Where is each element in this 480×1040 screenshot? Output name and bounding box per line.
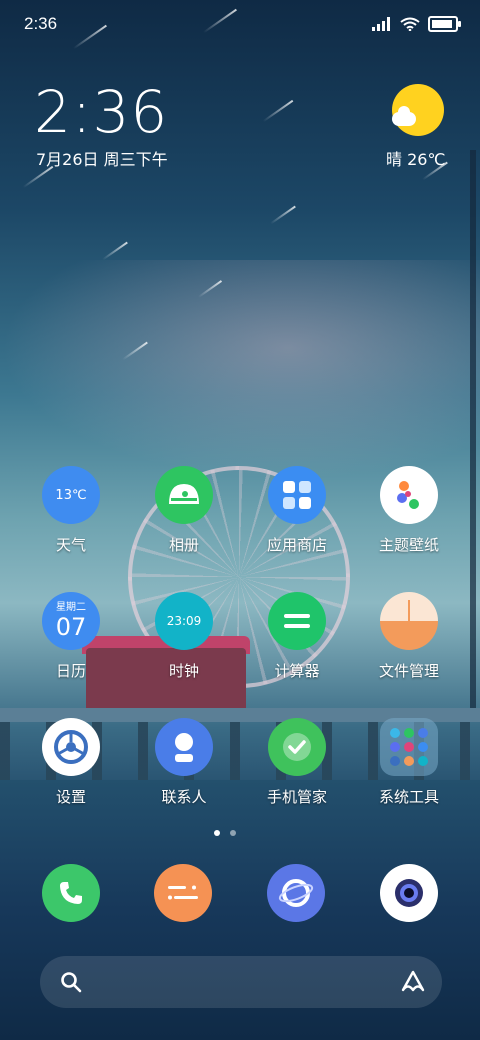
app-label: 应用商店 [266,536,327,554]
cloud-icon [392,106,416,126]
wifi-icon [400,17,420,31]
app-label: 相册 [168,536,199,554]
app-weather[interactable]: 13℃ 天气 [16,466,126,555]
page-indicator [214,830,236,836]
app-settings[interactable]: 设置 [16,718,126,807]
calculator-icon [268,592,326,650]
app-label: 设置 [55,788,86,806]
app-label: 文件管理 [378,662,439,680]
wallpaper-streak [270,205,296,225]
app-label: 时钟 [168,662,199,680]
calendar-icon-day: 07 [55,613,87,641]
clock-icon-time: 23:09 [166,614,202,628]
search-icon[interactable] [60,971,82,993]
app-label: 主题壁纸 [378,536,439,554]
settings-icon [42,718,100,776]
app-system-tools-folder[interactable]: 系统工具 [354,718,464,807]
contacts-icon [155,718,213,776]
status-bar: 2:36 [0,0,480,48]
clock-widget-time[interactable]: 2:36 [34,78,168,146]
app-label: 天气 [55,536,86,554]
themes-icon [380,466,438,524]
app-calculator[interactable]: 计算器 [242,592,352,681]
system-tools-folder-icon [380,718,438,776]
weather-icon-temp: 13℃ [55,487,87,503]
app-clock[interactable]: 23:09 时钟 [129,592,239,681]
search-bar[interactable] [40,956,442,1008]
browser-icon[interactable] [267,864,325,922]
wallpaper-streak [102,241,128,261]
phone-icon[interactable] [42,864,100,922]
app-file-manager[interactable]: 文件管理 [354,592,464,681]
page-dot[interactable] [214,830,220,836]
app-label: 系统工具 [378,788,439,806]
weather-icon: 13℃ [42,466,100,524]
battery-fill [432,20,452,28]
clock-icon: 23:09 [155,592,213,650]
clock-widget-date[interactable]: 7月26日 周三下午 [36,146,168,170]
signal-icon [372,17,392,31]
status-icons [372,16,461,32]
app-label: 联系人 [161,788,207,806]
app-calendar[interactable]: 星期二 07 日历 [16,592,126,681]
app-contacts[interactable]: 联系人 [129,718,239,807]
dock [0,864,480,924]
battery-icon [428,16,461,32]
wallpaper-sky-glow [0,260,480,480]
app-label: 手机管家 [266,788,327,806]
app-label: 计算器 [274,662,320,680]
app-label: 日历 [55,662,86,680]
security-icon [268,718,326,776]
messages-icon[interactable] [154,864,212,922]
camera-icon[interactable] [380,864,438,922]
file-manager-icon [380,592,438,650]
weather-widget-text: 晴 26℃ [386,150,446,169]
calendar-icon: 星期二 07 [42,592,100,650]
wallpaper-streak [262,99,294,123]
app-themes[interactable]: 主题壁纸 [354,466,464,555]
gallery-icon [155,466,213,524]
app-security[interactable]: 手机管家 [242,718,352,807]
app-store-icon [268,466,326,524]
assistant-icon[interactable] [400,969,426,995]
app-app-store[interactable]: 应用商店 [242,466,352,555]
app-gallery[interactable]: 相册 [129,466,239,555]
wallpaper-tower [470,150,476,710]
status-time: 2:36 [24,14,58,33]
page-dot[interactable] [230,830,236,836]
